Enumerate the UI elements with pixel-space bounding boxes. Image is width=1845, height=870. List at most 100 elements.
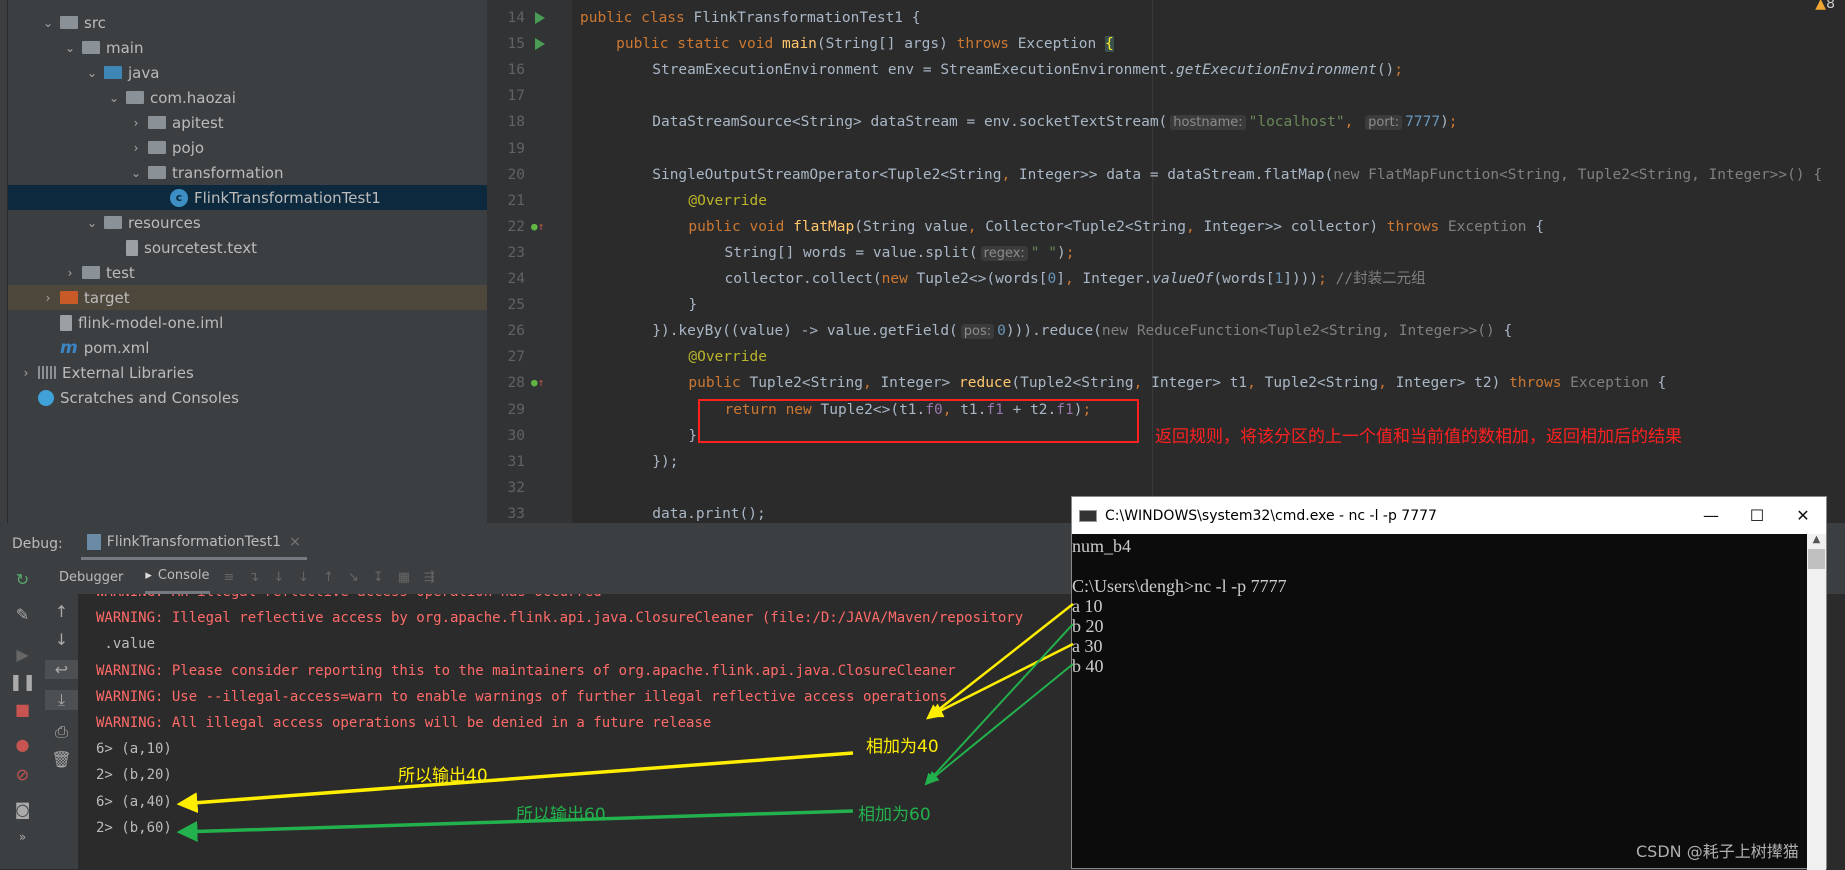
print-icon[interactable]: ⎙ bbox=[45, 722, 78, 742]
override-icon[interactable]: ●↑ bbox=[531, 370, 544, 396]
more-icon[interactable]: » bbox=[6, 830, 39, 844]
folder-icon bbox=[104, 216, 122, 229]
tree-item[interactable]: › apitest bbox=[8, 110, 487, 135]
line-number: 20 bbox=[507, 166, 525, 183]
tree-item[interactable]: ⌄ src bbox=[8, 10, 487, 35]
code-token: //封装二元组 bbox=[1335, 271, 1426, 287]
run-icon[interactable] bbox=[535, 38, 545, 51]
code-line[interactable]: 16 StreamExecutionEnvironment env = Strea… bbox=[487, 57, 1845, 83]
resume-icon[interactable]: ▶ bbox=[6, 645, 39, 664]
code-line[interactable]: 20 SingleOutputStreamOperator<Tuple2<Stri… bbox=[487, 162, 1845, 188]
chevron-right-icon[interactable]: › bbox=[18, 366, 34, 380]
code-token: @Override bbox=[688, 349, 767, 366]
sum40-note: 相加为40 bbox=[866, 737, 939, 757]
stop-icon[interactable]: ■ bbox=[6, 700, 39, 719]
tree-item[interactable]: › External Libraries bbox=[8, 360, 487, 385]
clear-icon[interactable]: 🗑 bbox=[45, 750, 78, 769]
tree-item[interactable]: ⌄ resources bbox=[8, 210, 487, 235]
code-line[interactable]: 29 return new Tuple2<>(t1.f0, t1.f1 + t2.… bbox=[487, 397, 1845, 423]
code-token: SingleOutputStreamOperator<Tuple2<String bbox=[652, 166, 1002, 183]
code-text: } bbox=[688, 423, 697, 449]
override-icon[interactable]: ●↑ bbox=[531, 214, 544, 240]
chevron-down-icon[interactable]: ⌄ bbox=[62, 41, 78, 55]
chevron-down-icon[interactable]: ⌄ bbox=[106, 91, 122, 105]
code-line[interactable]: 26}).keyBy((value) -> value.getField(pos… bbox=[487, 318, 1845, 344]
code-token: data.print(); bbox=[652, 505, 766, 522]
tree-item[interactable]: c FlinkTransformationTest1 bbox=[8, 185, 487, 210]
cmd-title-bar[interactable]: C:\WINDOWS\system32\cmd.exe - nc -l -p 7… bbox=[1072, 497, 1826, 534]
run-icon[interactable] bbox=[535, 12, 545, 24]
code-token: " " bbox=[1030, 244, 1057, 261]
code-line[interactable]: 14 public class FlinkTransformationTest1 … bbox=[487, 5, 1845, 31]
code-line[interactable]: 27 @Override bbox=[487, 344, 1845, 370]
code-token: ) bbox=[1057, 244, 1066, 261]
chevron-down-icon[interactable]: ⌄ bbox=[84, 66, 100, 80]
tree-item[interactable]: ⌄ java bbox=[8, 60, 487, 85]
tree-item[interactable]: Scratches and Consoles bbox=[8, 385, 487, 410]
step-controls[interactable]: ≡↴↓↓↑↘↧▦⇶ bbox=[224, 570, 449, 585]
tree-item[interactable]: › test bbox=[8, 260, 487, 285]
camera-icon[interactable]: ◙ bbox=[6, 800, 39, 819]
code-text: }); bbox=[652, 449, 678, 475]
chevron-down-icon[interactable]: ⌄ bbox=[84, 216, 100, 230]
folder-icon bbox=[82, 266, 100, 279]
soft-wrap-icon[interactable]: ↩ bbox=[45, 660, 78, 679]
code-line[interactable]: 22 ●↑ public void flatMap(String value, Co… bbox=[487, 214, 1845, 240]
pause-icon[interactable]: ❚❚ bbox=[6, 672, 39, 691]
code-line[interactable]: 17 bbox=[487, 83, 1845, 109]
code-line[interactable]: 18 DataStreamSource<String> dataStream = … bbox=[487, 109, 1845, 135]
code-line[interactable]: 25} bbox=[487, 292, 1845, 318]
line-number: 22 bbox=[507, 218, 525, 235]
minimize-button[interactable]: — bbox=[1688, 497, 1734, 534]
tree-item[interactable]: sourcetest.text bbox=[8, 235, 487, 260]
tree-item-label: Scratches and Consoles bbox=[60, 388, 239, 407]
down-arrow-icon[interactable]: ↓ bbox=[45, 630, 78, 649]
tree-item[interactable]: ⌄ transformation bbox=[8, 160, 487, 185]
tree-item[interactable]: › target bbox=[8, 285, 487, 310]
code-line[interactable]: 15 public static void main(String[] args)… bbox=[487, 31, 1845, 57]
code-line[interactable]: 23 String[] words = value.split(regex: " "… bbox=[487, 240, 1845, 266]
settings-wrench-icon[interactable]: ✎ bbox=[6, 605, 39, 624]
code-token: 0 bbox=[1047, 271, 1057, 287]
tree-item[interactable]: ⌄ main bbox=[8, 35, 487, 60]
cmd-scrollbar[interactable]: ▲ bbox=[1807, 534, 1826, 870]
cmd-window[interactable]: C:\WINDOWS\system32\cmd.exe - nc -l -p 7… bbox=[1071, 496, 1827, 870]
code-text: data.print(); bbox=[652, 501, 766, 523]
tree-item[interactable]: m pom.xml bbox=[8, 335, 487, 360]
close-button[interactable]: ✕ bbox=[1780, 497, 1826, 534]
chevron-down-icon[interactable]: ⌄ bbox=[40, 16, 56, 30]
code-token: Tuple2<String bbox=[1264, 375, 1379, 392]
annotation-note: 返回规则，将该分区的上一个值和当前值的数相加，返回相加后的结果 bbox=[1155, 427, 1682, 447]
chevron-right-icon[interactable]: › bbox=[128, 116, 144, 130]
rerun-icon[interactable]: ↻ bbox=[6, 570, 39, 589]
chevron-right-icon[interactable]: › bbox=[62, 266, 78, 280]
tree-item[interactable]: flink-model-one.iml bbox=[8, 310, 487, 335]
chevron-right-icon[interactable]: › bbox=[128, 141, 144, 155]
up-arrow-icon[interactable]: ↑ bbox=[45, 602, 78, 621]
tree-item[interactable]: › pojo bbox=[8, 135, 487, 160]
code-token: () bbox=[1376, 62, 1395, 79]
code-line[interactable]: 19 bbox=[487, 136, 1845, 162]
chevron-right-icon[interactable]: › bbox=[40, 291, 56, 305]
tab-console[interactable]: ▸ Console bbox=[145, 560, 210, 594]
code-line[interactable]: 31}); bbox=[487, 449, 1845, 475]
package-icon bbox=[148, 166, 166, 179]
tree-item-label: test bbox=[106, 263, 135, 282]
tab-debugger[interactable]: Debugger bbox=[59, 570, 123, 585]
maximize-button[interactable]: ☐ bbox=[1734, 497, 1780, 534]
mute-breakpoints-icon[interactable]: ⊘ bbox=[6, 765, 39, 784]
code-token: @Override bbox=[688, 192, 767, 209]
scroll-up-icon[interactable]: ▲ bbox=[1807, 534, 1826, 545]
close-icon[interactable]: × bbox=[289, 534, 301, 550]
debug-session-tab[interactable]: FlinkTransformationTest1 × bbox=[80, 527, 307, 560]
code-line[interactable]: 28 ●↑ public Tuple2<String, Integer> reduc… bbox=[487, 370, 1845, 396]
chevron-down-icon[interactable]: ⌄ bbox=[128, 166, 144, 180]
tree-item[interactable]: ⌄ com.haozai bbox=[8, 85, 487, 110]
code-line[interactable]: 21 @Override bbox=[487, 188, 1845, 214]
scroll-thumb[interactable] bbox=[1808, 549, 1825, 569]
view-breakpoints-icon[interactable]: ● bbox=[6, 735, 39, 754]
project-tree: ⌄ src ⌄ main ⌄ java ⌄ com.haozai › apitest › pojo ⌄ t… bbox=[8, 0, 487, 523]
code-line[interactable]: 24 collector.collect(new Tuple2<>(words[0… bbox=[487, 266, 1845, 292]
maven-icon: m bbox=[60, 337, 78, 358]
scroll-to-end-icon[interactable]: ⤓ bbox=[45, 690, 78, 710]
